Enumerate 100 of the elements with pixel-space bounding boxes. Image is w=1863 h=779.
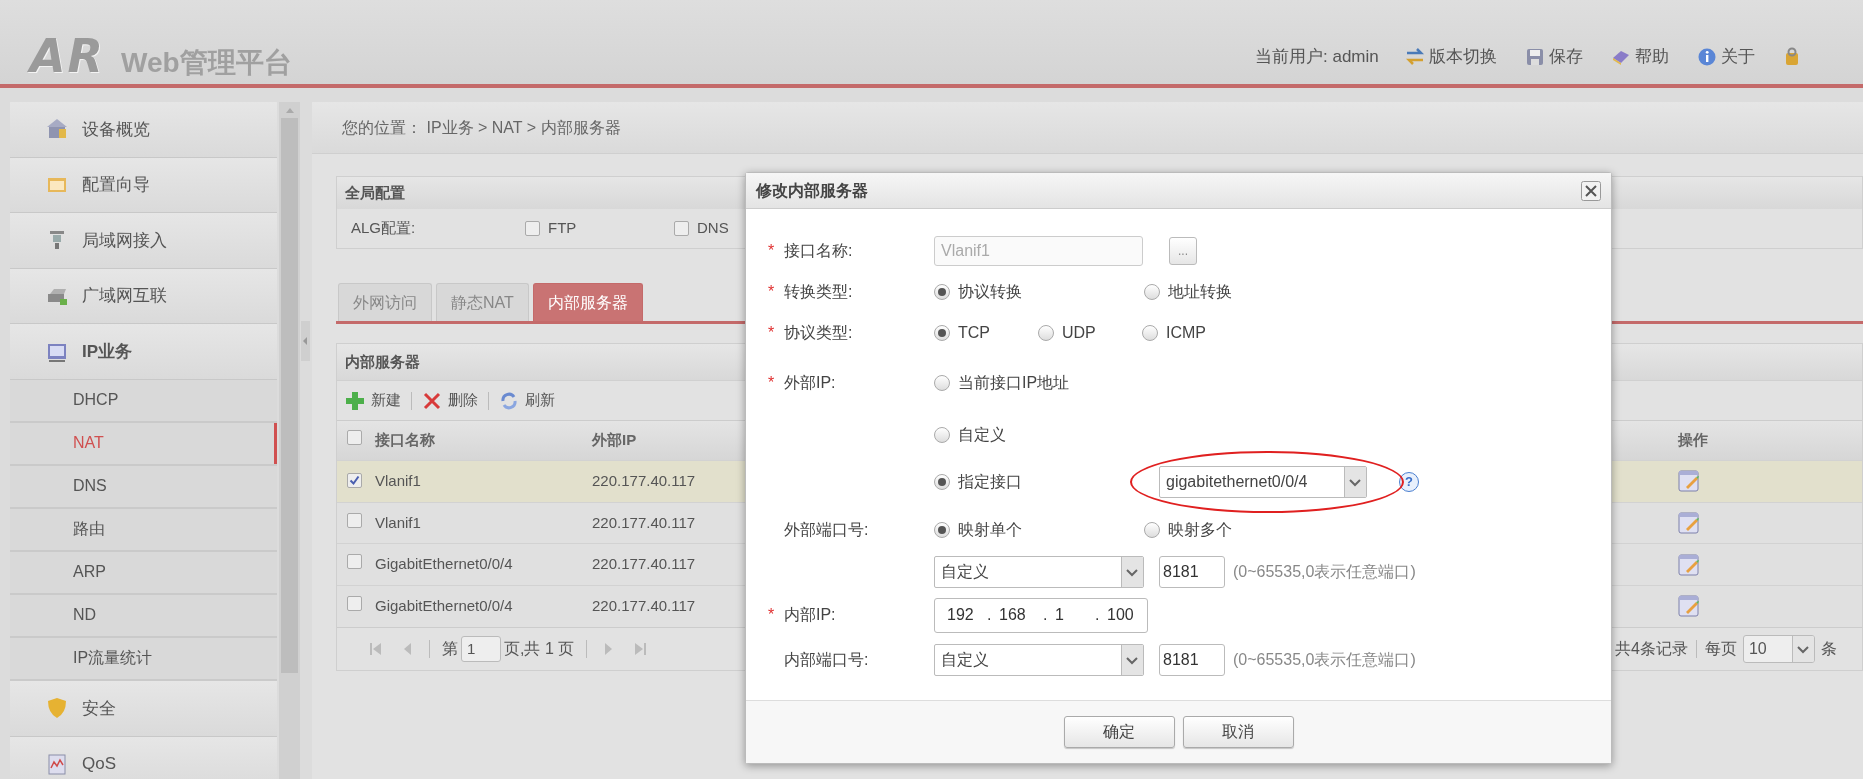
house-icon <box>46 118 68 141</box>
radio-label: ICMP <box>1166 323 1206 343</box>
checkbox[interactable] <box>347 473 362 489</box>
sidebar-item-label: IP业务 <box>82 340 133 363</box>
radio-button[interactable] <box>934 325 950 341</box>
checkbox[interactable] <box>525 221 540 236</box>
close-icon[interactable] <box>1581 180 1601 201</box>
sidebar-item[interactable]: IP业务 <box>10 324 277 380</box>
port-hint: (0~65535,0表示任意端口) <box>1233 650 1416 670</box>
radio-button[interactable] <box>1144 522 1160 538</box>
ip-address-field[interactable]: 192 . 168 . 1 . 100 <box>934 597 1148 633</box>
sidebar-item-label: 设备概览 <box>82 118 150 141</box>
checkbox-label: FTP <box>548 218 577 239</box>
checkbox[interactable] <box>347 554 362 570</box>
breadcrumb: 您的位置： IP业务 > NAT > 内部服务器 <box>312 102 1863 154</box>
refresh-icon[interactable] <box>499 390 519 411</box>
radio-button[interactable] <box>1142 325 1158 341</box>
menu-item[interactable]: 保存 <box>1524 44 1583 70</box>
tab[interactable]: 内部服务器 <box>532 283 643 321</box>
port-select[interactable]: 自定义 <box>934 644 1144 676</box>
field-label: 协议类型: <box>784 323 853 343</box>
checkbox[interactable] <box>347 430 362 446</box>
checkbox[interactable] <box>347 512 362 528</box>
sidebar-item[interactable]: 配置向导 <box>10 157 277 214</box>
dropdown-caret-icon[interactable] <box>1344 467 1366 497</box>
page-number-field[interactable]: 1 <box>461 635 501 662</box>
checkbox[interactable] <box>674 221 689 236</box>
table-cell-text: 220.177.40.117 <box>592 471 696 492</box>
port-hint: (0~65535,0表示任意端口) <box>1233 562 1416 582</box>
radio-button[interactable] <box>1144 284 1160 300</box>
dialog-button[interactable]: 取消 <box>1182 716 1294 748</box>
edit-icon[interactable] <box>1678 595 1700 618</box>
edit-icon[interactable] <box>1678 470 1700 493</box>
port-field[interactable]: 8181 <box>1159 556 1225 588</box>
port-field[interactable]: 8181 <box>1159 644 1225 676</box>
shield-icon <box>46 697 68 720</box>
dropdown-caret-icon[interactable] <box>1121 557 1143 587</box>
ip-separator: . <box>987 605 993 625</box>
port-select[interactable]: 自定义 <box>934 556 1144 588</box>
interface-select[interactable]: gigabitethernet0/0/4 <box>1159 466 1367 498</box>
table-cell-text: 220.177.40.117 <box>592 512 696 533</box>
cross-icon[interactable] <box>422 390 442 411</box>
sidebar-subitem[interactable]: NAT <box>10 422 277 466</box>
record-count: 共4条记录 <box>1615 638 1688 659</box>
menu-item[interactable]: 关于 <box>1696 44 1755 70</box>
menu-item[interactable]: 版本切换 <box>1404 44 1497 70</box>
collapse-handle-icon[interactable] <box>300 320 310 361</box>
pager-text: 第 <box>442 638 458 659</box>
sidebar-item-label: 安全 <box>82 697 116 720</box>
help-button[interactable]: ? <box>1399 472 1419 492</box>
checkbox-label: DNS <box>697 218 729 239</box>
column-header: 操作 <box>1678 430 1708 451</box>
sidebar-item[interactable]: 广域网互联 <box>10 268 277 325</box>
dialog-button[interactable]: 确定 <box>1063 716 1175 748</box>
sidebar-item[interactable]: 安全 <box>10 680 277 737</box>
field-label: 内部IP: <box>784 605 836 625</box>
table-cell-text: 220.177.40.117 <box>592 596 696 617</box>
toolbar-button[interactable]: 刷新 <box>499 389 555 412</box>
radio-label: UDP <box>1062 323 1096 343</box>
platform-title: Web管理平台 <box>121 46 292 80</box>
plus-icon[interactable] <box>345 390 365 411</box>
field-label: 转换类型: <box>784 282 853 302</box>
radio-button[interactable] <box>934 284 950 300</box>
switch-icon[interactable] <box>1404 46 1425 67</box>
ip-octet: 1 <box>1054 605 1065 625</box>
save-icon[interactable] <box>1524 46 1545 67</box>
ip-octet: 168 <box>998 605 1027 625</box>
toolbar-button[interactable]: 新建 <box>345 389 401 412</box>
sidebar-item[interactable]: QoS <box>10 736 277 779</box>
dropdown-caret-icon[interactable] <box>1121 645 1143 675</box>
required-mark: * <box>768 323 776 343</box>
toolbar-button[interactable]: 删除 <box>422 389 478 412</box>
ip-octet: 192 <box>946 605 975 625</box>
field-label: 接口名称: <box>784 241 853 261</box>
radio-button[interactable] <box>934 427 950 443</box>
edit-icon[interactable] <box>1678 553 1700 576</box>
sidebar-item[interactable]: 局域网接入 <box>10 213 277 269</box>
required-mark: * <box>768 605 776 625</box>
radio-label: 自定义 <box>958 425 1006 445</box>
ip-octet: 100 <box>1106 605 1135 625</box>
edit-icon[interactable] <box>1678 512 1700 535</box>
radio-button[interactable] <box>1038 325 1054 341</box>
radio-label: 指定接口 <box>958 472 1022 492</box>
table-cell-text: GigabitEthernet0/0/4 <box>375 554 513 575</box>
sidebar-item-label: QoS <box>82 753 117 776</box>
menu-item[interactable]: 帮助 <box>1610 44 1669 70</box>
radio-button[interactable] <box>934 474 950 490</box>
scroll-up-icon[interactable] <box>284 106 295 114</box>
checkbox[interactable] <box>347 596 362 612</box>
info-icon[interactable] <box>1696 46 1717 67</box>
alg-label: ALG配置: <box>351 218 417 239</box>
field-label: 外部端口号: <box>784 520 869 540</box>
dropdown-caret-icon[interactable] <box>1791 635 1814 662</box>
scrollbar[interactable] <box>279 102 300 779</box>
sidebar-item[interactable]: 设备概览 <box>10 102 277 158</box>
radio-button[interactable] <box>934 375 950 391</box>
radio-button[interactable] <box>934 522 950 538</box>
page-size-select[interactable]: 10 <box>1742 634 1815 663</box>
table-cell-text: Vlanif1 <box>375 512 421 533</box>
pager-text: 每页 <box>1704 638 1737 659</box>
